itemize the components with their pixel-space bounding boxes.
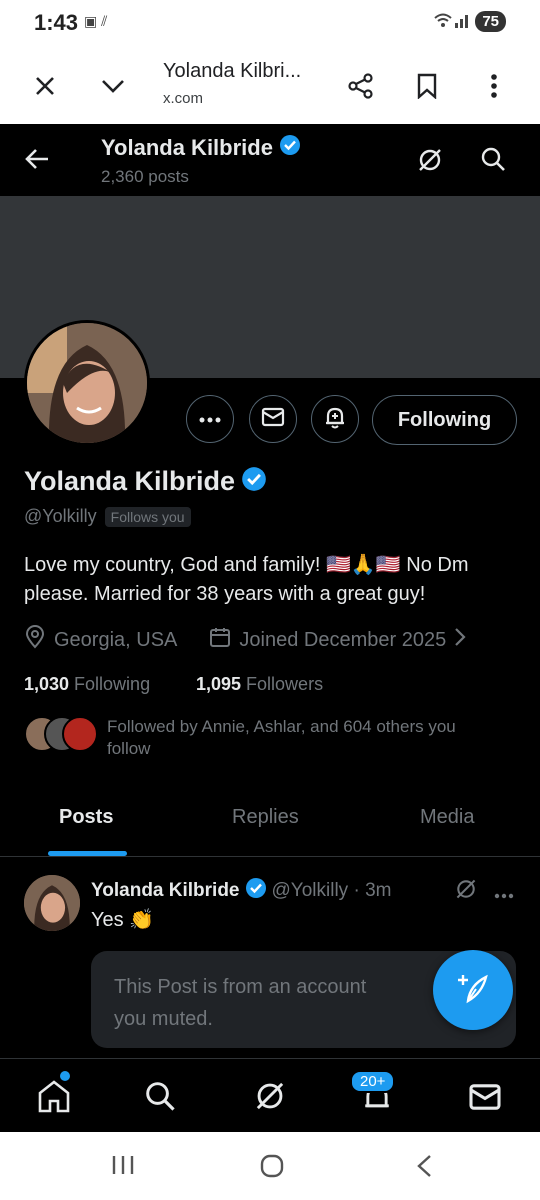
browser-page-title: Yolanda Kilbri... bbox=[163, 60, 302, 82]
header-name: Yolanda Kilbride bbox=[101, 134, 273, 160]
close-icon[interactable] bbox=[25, 66, 65, 106]
bio-line: Love my country, God and family! 🇺🇸🙏🇺🇸 N… bbox=[24, 554, 469, 576]
more-options-button[interactable] bbox=[186, 395, 234, 443]
tab-media[interactable]: Media bbox=[420, 806, 474, 829]
followed-by-text[interactable]: Followed by Annie, Ashlar, and 604 other… bbox=[107, 716, 456, 760]
more-vertical-icon[interactable] bbox=[474, 66, 514, 106]
active-tab-indicator bbox=[48, 851, 127, 856]
avatar bbox=[62, 716, 98, 752]
post-avatar[interactable] bbox=[24, 875, 80, 931]
tabs-divider bbox=[0, 856, 540, 857]
back-arrow-icon[interactable] bbox=[24, 146, 50, 177]
profile-handle: @Yolkilly bbox=[24, 506, 97, 526]
notify-button[interactable] bbox=[311, 395, 359, 443]
profile-name: Yolanda Kilbride bbox=[24, 466, 236, 496]
bottom-navigation: 20+ bbox=[0, 1058, 540, 1133]
grok-icon[interactable] bbox=[454, 877, 478, 906]
feather-plus-icon bbox=[456, 971, 490, 1010]
post-header: Yolanda Kilbride @Yolkilly · 3m bbox=[91, 877, 391, 905]
verified-badge-icon bbox=[245, 877, 267, 905]
compose-post-button[interactable] bbox=[433, 950, 513, 1030]
back-icon[interactable] bbox=[416, 1154, 432, 1183]
profile-joined[interactable]: Joined December 2025 bbox=[239, 629, 446, 652]
header-post-count: 2,360 posts bbox=[101, 167, 189, 186]
tab-replies[interactable]: Replies bbox=[232, 806, 299, 829]
status-time: 1:43 bbox=[34, 10, 79, 35]
recent-apps-icon[interactable] bbox=[111, 1154, 135, 1181]
chevron-right-icon[interactable] bbox=[454, 627, 466, 653]
bell-plus-icon bbox=[322, 404, 348, 435]
following-button[interactable]: Following bbox=[372, 395, 517, 445]
profile-top-header: Yolanda Kilbride 2,360 posts bbox=[0, 124, 540, 196]
following-count: 1,030 bbox=[24, 674, 70, 694]
search-icon[interactable] bbox=[480, 146, 506, 177]
profile-avatar[interactable] bbox=[24, 320, 150, 446]
location-pin-icon bbox=[24, 625, 46, 655]
wifi-signal-icon bbox=[433, 11, 469, 32]
envelope-icon[interactable] bbox=[468, 1083, 502, 1116]
post-author-name[interactable]: Yolanda Kilbride bbox=[91, 880, 240, 902]
verified-badge-icon bbox=[279, 134, 301, 161]
status-notification-icons: ▣ ⫽ bbox=[84, 13, 108, 29]
bookmark-icon[interactable] bbox=[407, 66, 447, 106]
followers-label: Followers bbox=[246, 674, 324, 694]
battery-indicator: 75 bbox=[475, 11, 506, 32]
calendar-icon bbox=[209, 626, 231, 654]
followed-by-line: follow bbox=[107, 739, 151, 758]
followed-by-avatars[interactable] bbox=[24, 716, 98, 752]
followed-by-line: Followed by Annie, Ashlar, and 604 other… bbox=[107, 717, 456, 736]
profile-location: Georgia, USA bbox=[54, 628, 178, 651]
system-navigation-bar bbox=[0, 1132, 540, 1200]
followers-count: 1,095 bbox=[196, 674, 242, 694]
home-icon[interactable] bbox=[36, 1071, 72, 1118]
browser-toolbar: Yolanda Kilbri... x.com bbox=[0, 46, 540, 125]
more-horizontal-icon bbox=[199, 410, 221, 428]
notifications-badge: 20+ bbox=[350, 1070, 396, 1093]
profile-meta: Georgia, USA Joined December 2025 bbox=[24, 625, 466, 655]
chevron-down-icon[interactable] bbox=[93, 66, 133, 106]
home-button-icon[interactable] bbox=[260, 1154, 284, 1183]
message-button[interactable] bbox=[249, 395, 297, 443]
muted-line: you muted. bbox=[114, 1008, 213, 1030]
follows-you-badge: Follows you bbox=[104, 506, 191, 527]
browser-url: x.com bbox=[163, 90, 204, 107]
grok-icon[interactable] bbox=[416, 146, 444, 179]
more-horizontal-icon[interactable] bbox=[494, 886, 514, 904]
home-unread-dot bbox=[60, 1071, 70, 1081]
envelope-icon bbox=[261, 407, 285, 432]
status-right-icons: 75 bbox=[433, 11, 506, 32]
grok-icon[interactable] bbox=[253, 1079, 287, 1118]
muted-line: This Post is from an account bbox=[114, 976, 367, 998]
following-count-link[interactable]: 1,030 Following bbox=[24, 674, 150, 695]
share-icon[interactable] bbox=[341, 66, 381, 106]
status-bar: 1:43 ▣ ⫽ 75 bbox=[0, 0, 540, 46]
following-label: Following bbox=[74, 674, 151, 694]
tab-posts[interactable]: Posts bbox=[59, 806, 113, 829]
bio-line: please. Married for 38 years with a grea… bbox=[24, 583, 426, 605]
search-icon[interactable] bbox=[144, 1080, 176, 1117]
post-handle-time: @Yolkilly · 3m bbox=[271, 880, 392, 901]
followers-count-link[interactable]: 1,095 Followers bbox=[196, 674, 323, 695]
post-text: Yes 👏 bbox=[91, 909, 155, 931]
profile-bio: Love my country, God and family! 🇺🇸🙏🇺🇸 N… bbox=[24, 551, 468, 609]
muted-notice-text: This Post is from an account you muted. bbox=[114, 971, 366, 1035]
verified-badge-icon bbox=[241, 466, 267, 497]
